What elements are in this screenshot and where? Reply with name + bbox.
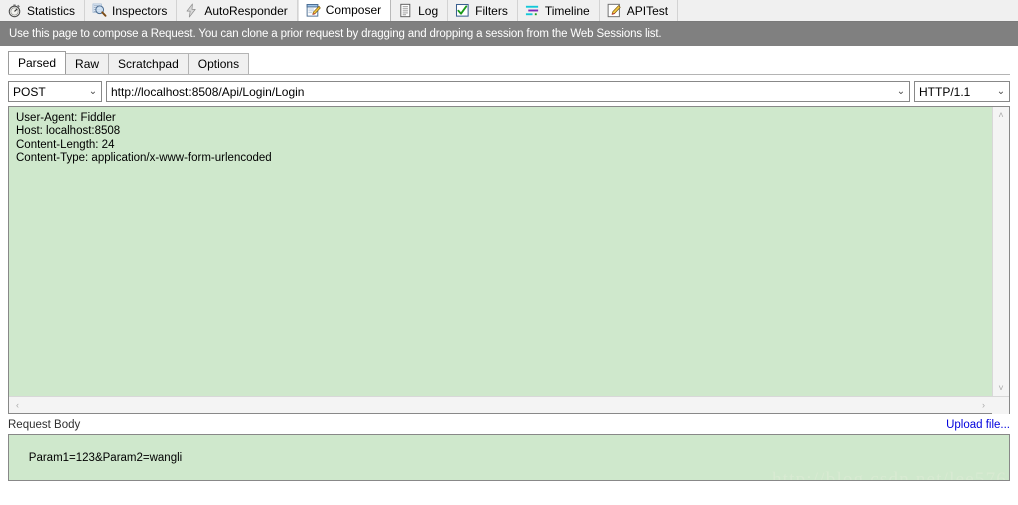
subtab-parsed[interactable]: Parsed bbox=[8, 51, 67, 74]
autoresponder-icon bbox=[184, 3, 199, 18]
request-body-input[interactable]: Param1=123&Param2=wangli http://blog.csd… bbox=[8, 434, 1010, 481]
tab-label: Inspectors bbox=[112, 3, 168, 18]
subtab-label: Scratchpad bbox=[118, 57, 179, 71]
chevron-down-icon: ⌄ bbox=[996, 85, 1006, 97]
request-body-label: Request Body bbox=[8, 419, 81, 431]
scroll-up-icon[interactable]: ˄ bbox=[993, 107, 1010, 123]
composer-instruction-banner: Use this page to compose a Request. You … bbox=[0, 22, 1018, 46]
filters-icon bbox=[455, 3, 470, 18]
request-body-value: Param1=123&Param2=wangli bbox=[28, 452, 183, 465]
scroll-right-icon[interactable]: › bbox=[975, 397, 992, 413]
tab-autoresponder[interactable]: AutoResponder bbox=[177, 0, 298, 21]
log-icon bbox=[398, 3, 413, 18]
scroll-down-icon[interactable]: ˅ bbox=[993, 380, 1010, 396]
subtab-options[interactable]: Options bbox=[187, 53, 250, 74]
tab-inspectors[interactable]: Inspectors bbox=[85, 0, 178, 21]
subtab-raw[interactable]: Raw bbox=[65, 53, 110, 74]
chevron-down-icon: ⌄ bbox=[88, 85, 98, 97]
tab-composer[interactable]: Composer bbox=[297, 0, 392, 21]
subtab-scratchpad[interactable]: Scratchpad bbox=[108, 53, 189, 74]
tab-label: Log bbox=[418, 3, 439, 18]
tab-label: Filters bbox=[475, 3, 508, 18]
http-method-value: POST bbox=[13, 84, 46, 99]
apitest-icon bbox=[607, 3, 622, 18]
scrollbar-corner bbox=[992, 396, 1009, 414]
request-body-header-row: Request Body Upload file... bbox=[8, 419, 1010, 431]
request-line: POST ⌄ http://localhost:8508/Api/Login/L… bbox=[0, 75, 1018, 106]
tab-label: Statistics bbox=[27, 3, 76, 18]
tab-timeline[interactable]: Timeline bbox=[517, 0, 600, 21]
inspectors-icon bbox=[92, 3, 107, 18]
request-headers-text[interactable]: User-Agent: Fiddler Host: localhost:8508… bbox=[9, 107, 992, 396]
tab-label: Timeline bbox=[544, 3, 590, 18]
tab-filters[interactable]: Filters bbox=[448, 0, 518, 21]
tab-label: Composer bbox=[325, 3, 382, 17]
tab-log[interactable]: Log bbox=[391, 0, 449, 21]
tab-strip-filler bbox=[678, 0, 1018, 21]
request-headers-inner: User-Agent: Fiddler Host: localhost:8508… bbox=[9, 107, 1009, 396]
instruction-text: Use this page to compose a Request. You … bbox=[9, 28, 662, 40]
subtab-underline bbox=[8, 74, 1010, 75]
request-url-input[interactable]: http://localhost:8508/Api/Login/Login ⌄ bbox=[106, 81, 910, 102]
subtab-label: Raw bbox=[75, 57, 100, 71]
http-version-select[interactable]: HTTP/1.1 ⌄ bbox=[914, 81, 1010, 102]
headers-vertical-scrollbar[interactable]: ˄ ˅ bbox=[992, 107, 1009, 396]
statistics-icon bbox=[7, 3, 22, 18]
tab-label: AutoResponder bbox=[204, 3, 288, 18]
tab-apitest[interactable]: APITest bbox=[599, 0, 679, 21]
http-version-value: HTTP/1.1 bbox=[919, 84, 971, 99]
tab-statistics[interactable]: Statistics bbox=[0, 0, 86, 21]
horizontal-scroll-track[interactable] bbox=[26, 397, 975, 413]
http-method-select[interactable]: POST ⌄ bbox=[8, 81, 102, 102]
tab-label: APITest bbox=[626, 3, 669, 18]
subtab-label: Parsed bbox=[18, 56, 57, 70]
timeline-icon bbox=[525, 5, 538, 16]
chevron-down-icon: ⌄ bbox=[896, 85, 906, 97]
upload-file-link[interactable]: Upload file... bbox=[946, 419, 1010, 431]
watermark-text: http://blog.csdn.net/lee576 bbox=[771, 468, 1007, 481]
composer-page: Parsed Raw Scratchpad Options POST ⌄ htt… bbox=[0, 51, 1018, 481]
main-tab-strip: Statistics Inspectors AutoResponder Comp… bbox=[0, 0, 1018, 22]
request-headers-editor[interactable]: User-Agent: Fiddler Host: localhost:8508… bbox=[8, 106, 1010, 414]
headers-horizontal-scrollbar[interactable]: ‹ › bbox=[9, 396, 1009, 414]
subtab-label: Options bbox=[197, 57, 240, 71]
scroll-left-icon[interactable]: ‹ bbox=[9, 397, 26, 413]
request-url-value: http://localhost:8508/Api/Login/Login bbox=[111, 84, 305, 99]
composer-subtab-strip: Parsed Raw Scratchpad Options bbox=[8, 51, 1018, 74]
composer-icon bbox=[306, 3, 321, 18]
vertical-scroll-track[interactable] bbox=[993, 123, 1009, 380]
